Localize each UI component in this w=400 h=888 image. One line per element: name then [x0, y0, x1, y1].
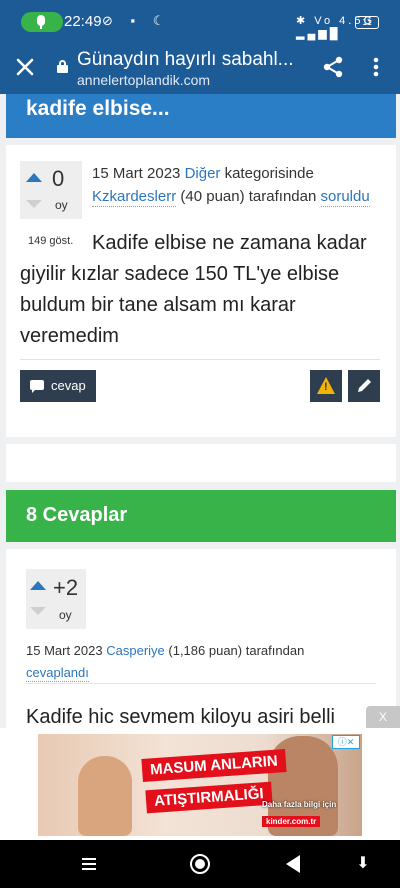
status-bar: 22:49 ⊘ ▪ ☾ ✱ Vo 4.5G ▂▄▆█ 11	[0, 0, 400, 46]
downvote-icon[interactable]	[30, 607, 46, 615]
page-url: annelertoplandik.com	[77, 72, 211, 88]
answer-meta: 15 Mart 2023 Casperiye (1,186 puan) tara…	[26, 640, 376, 684]
status-clock: 22:49	[64, 13, 102, 30]
divider	[20, 359, 380, 360]
upvote-icon[interactable]	[30, 581, 46, 590]
answers-header: 8 Cevaplar	[6, 490, 396, 542]
mic-active-icon	[21, 12, 63, 32]
upvote-icon[interactable]	[26, 173, 42, 182]
share-button[interactable]	[320, 54, 346, 80]
answer-button-label: cevap	[51, 378, 86, 393]
category-suffix: kategorisinde	[224, 165, 314, 182]
downvote-icon[interactable]	[26, 200, 42, 208]
browser-app-bar: Günaydın hayırlı sabahl... annelertoplan…	[0, 46, 400, 94]
question-card: 0 oy 15 Mart 2023 Diğer kategorisinde Kz…	[6, 145, 396, 437]
overflow-menu-button[interactable]	[366, 54, 386, 80]
home-icon[interactable]	[190, 854, 210, 874]
page-title: Günaydın hayırlı sabahl...	[77, 49, 294, 70]
answers-count-heading: 8 Cevaplar	[26, 504, 128, 526]
close-icon	[16, 58, 34, 76]
answer-card: +2 oy 15 Mart 2023 Casperiye (1,186 puan…	[6, 549, 396, 734]
empty-panel	[6, 444, 396, 482]
ad-tagline: Daha fazla bilgi için	[262, 800, 337, 809]
signal-icons: ✱ Vo 4.5G ▂▄▆█	[296, 15, 376, 40]
more-vert-icon	[373, 57, 379, 77]
answered-link[interactable]: cevaplandı	[26, 665, 89, 682]
back-icon[interactable]	[286, 855, 300, 873]
ad-close-button[interactable]: X	[366, 706, 400, 728]
report-button[interactable]: !	[310, 370, 342, 402]
notification-icons: ⊘ ▪ ☾	[102, 13, 172, 28]
category-link[interactable]: Diğer	[185, 165, 221, 182]
ad-banner[interactable]: MASUM ANLARIN ATIŞTIRMALIĞI Daha fazla b…	[38, 734, 362, 836]
answer-vote-box: +2 oy	[26, 569, 86, 629]
ad-headline-2: ATIŞTIRMALIĞI	[145, 781, 273, 814]
edit-button[interactable]	[348, 370, 380, 402]
question-heading: kadife elbise...	[26, 97, 170, 120]
question-meta: 15 Mart 2023 Diğer kategorisinde Kzkarde…	[92, 162, 392, 208]
question-body: Kadife elbise ne zamana kadar giyilir kı…	[20, 232, 367, 347]
ad-child-image	[78, 756, 132, 836]
adchoices-icon[interactable]: ⓘ✕	[332, 735, 360, 749]
answer-vote-count: +2	[53, 575, 79, 600]
asked-link[interactable]: soruldu	[320, 188, 370, 207]
answer-vote-unit: oy	[59, 608, 72, 622]
answer-body: Kadife hic sevmem kiloyu asiri belli	[26, 706, 336, 728]
author-link[interactable]: Kzkardeslerr	[92, 188, 177, 207]
divider	[26, 683, 376, 684]
answer-by-text: tarafından	[245, 643, 305, 658]
hide-keyboard-icon[interactable]: ⬇	[356, 853, 370, 875]
answer-date: 15 Mart 2023	[26, 643, 103, 658]
lock-icon	[57, 60, 68, 73]
answer-author-points: (1,186 puan)	[168, 643, 243, 658]
ad-headline-1: MASUM ANLARIN	[141, 749, 287, 782]
vote-unit: oy	[55, 198, 68, 212]
question-title-banner: kadife elbise...	[6, 94, 396, 138]
author-points: (40 puan)	[180, 188, 245, 205]
question-vote-box: 0 oy	[20, 161, 82, 219]
answer-button[interactable]: cevap	[20, 370, 96, 402]
ad-banner-container: MASUM ANLARIN ATIŞTIRMALIĞI Daha fazla b…	[0, 728, 400, 840]
by-text: tarafından	[248, 188, 317, 205]
close-button[interactable]	[12, 54, 38, 80]
pencil-icon	[358, 379, 371, 392]
battery-icon: 11	[355, 16, 379, 29]
system-nav-bar: ⬇	[0, 840, 400, 888]
answer-author-link[interactable]: Casperiye	[106, 643, 165, 658]
vote-count: 0	[52, 166, 65, 191]
ad-url: kinder.com.tr	[262, 816, 321, 827]
recent-apps-icon[interactable]	[82, 857, 96, 871]
comment-icon	[30, 380, 44, 393]
share-icon	[323, 56, 343, 78]
question-date: 15 Mart 2023	[92, 165, 181, 182]
